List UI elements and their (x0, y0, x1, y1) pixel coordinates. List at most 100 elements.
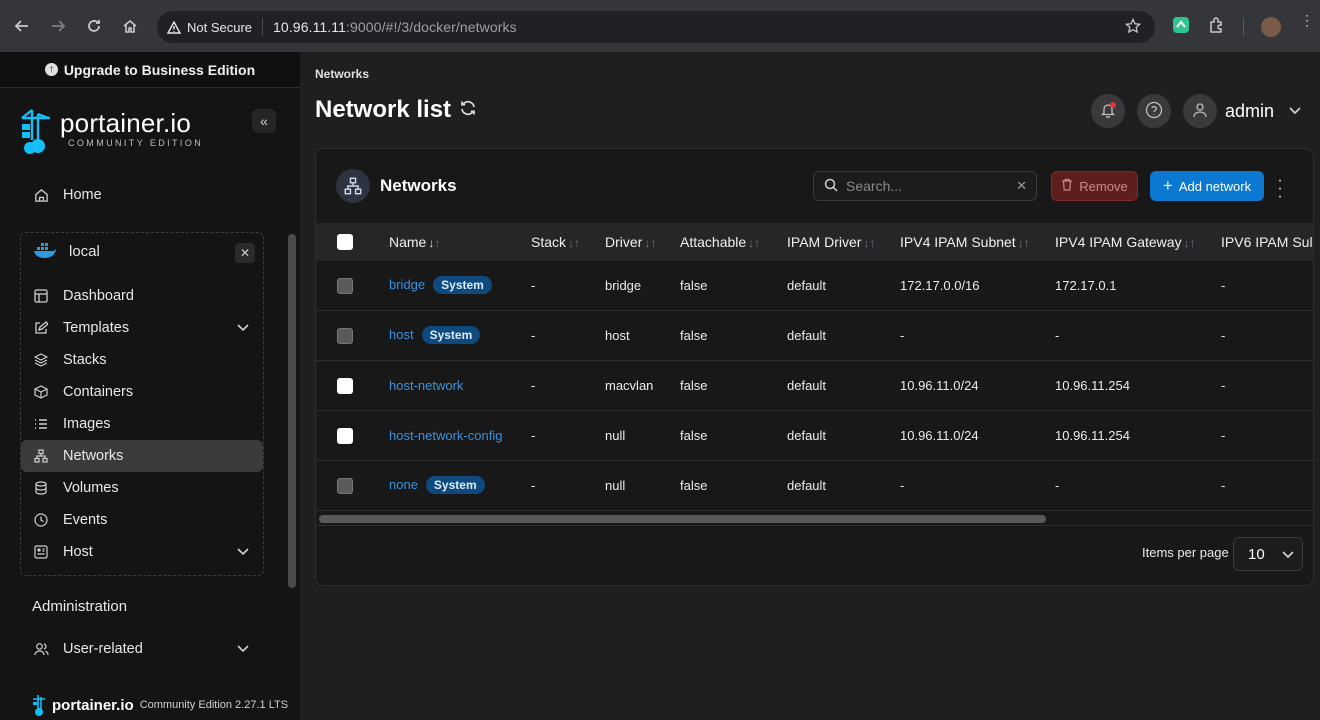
ipv4-subnet-cell: 172.17.0.0/16 (900, 278, 980, 293)
extensions-puzzle-icon[interactable] (1208, 16, 1226, 37)
reload-icon[interactable] (76, 8, 112, 44)
clear-search-icon[interactable]: ✕ (1016, 178, 1027, 194)
browser-menu-icon[interactable]: ⋮ (1300, 13, 1314, 27)
security-indicator[interactable]: Not Secure (167, 18, 264, 36)
breadcrumb[interactable]: Networks (315, 67, 369, 81)
edit-icon (33, 320, 49, 336)
sidebar-item-dashboard[interactable]: Dashboard (21, 280, 263, 312)
driver-cell: null (605, 428, 626, 443)
layers-icon (33, 352, 49, 368)
column-ipv4-gateway[interactable]: IPV4 IPAM Gateway ↓↑ (1055, 234, 1196, 250)
remove-button[interactable]: Remove (1051, 171, 1138, 201)
table-row: host-network - macvlan false default 10.… (316, 361, 1313, 411)
row-checkbox[interactable] (337, 428, 353, 444)
search-input[interactable] (846, 178, 1006, 194)
sidebar-item-user-related[interactable]: User-related (21, 633, 263, 665)
column-driver[interactable]: Driver ↓↑ (605, 234, 656, 250)
notifications-button[interactable] (1091, 94, 1125, 128)
attachable-cell: false (680, 278, 708, 293)
table-row: host-network-config - null false default… (316, 411, 1313, 461)
sidebar-item-label: Home (63, 187, 102, 203)
select-all-checkbox[interactable] (337, 234, 353, 250)
network-name-link[interactable]: host-network (389, 378, 463, 393)
row-checkbox[interactable] (337, 378, 353, 394)
table-footer-divider (316, 525, 1313, 526)
environment-name: local (69, 242, 100, 260)
home-icon[interactable] (112, 8, 148, 44)
ipam-driver-cell: default (787, 378, 827, 393)
column-attachable[interactable]: Attachable ↓↑ (680, 234, 760, 250)
driver-cell: host (605, 328, 630, 343)
browser-toolbar: Not Secure 10.96.11.11:9000/#!/3/docker/… (0, 0, 1320, 52)
user-avatar[interactable] (1183, 94, 1217, 128)
sidebar-item-images[interactable]: Images (21, 408, 263, 440)
environment-header[interactable]: local (33, 242, 100, 260)
bookmark-star-icon[interactable] (1124, 17, 1142, 37)
ipam-driver-cell: default (787, 278, 827, 293)
stack-cell: - (531, 478, 536, 493)
network-name-link[interactable]: none (389, 477, 418, 492)
profile-avatar[interactable] (1261, 17, 1281, 37)
column-stack[interactable]: Stack ↓↑ (531, 234, 580, 250)
ipv4-subnet-cell: 10.96.11.0/24 (900, 428, 979, 443)
items-per-page-select[interactable]: 10 (1233, 537, 1303, 571)
row-checkbox[interactable] (337, 278, 353, 294)
table-row: none System - null false default - - - (316, 461, 1313, 511)
column-ipv6-subnet[interactable]: IPV6 IPAM Sul (1221, 234, 1313, 250)
network-name-link[interactable]: host-network-config (389, 428, 502, 443)
double-chevron-left-icon: « (260, 113, 268, 129)
help-button[interactable] (1137, 94, 1171, 128)
network-name-link[interactable]: bridge (389, 277, 425, 292)
sidebar-item-label: Stacks (63, 352, 107, 368)
ipv4-gateway-cell: - (1055, 328, 1060, 343)
sidebar-item-volumes[interactable]: Volumes (21, 472, 263, 504)
page-title: Network list (315, 96, 477, 124)
address-bar[interactable]: Not Secure 10.96.11.11:9000/#!/3/docker/… (157, 11, 1155, 43)
sidebar-item-networks[interactable]: Networks (21, 440, 263, 472)
username[interactable]: admin (1225, 101, 1274, 122)
chevron-down-icon (237, 320, 249, 336)
footer-edition: Community Edition 2.27.1 LTS (139, 699, 289, 711)
column-ipam-driver[interactable]: IPAM Driver ↓↑ (787, 234, 875, 250)
sidebar-item-events[interactable]: Events (21, 504, 263, 536)
sidebar-item-home[interactable]: Home (21, 179, 263, 211)
plus-icon: + (1162, 176, 1173, 195)
sidebar-item-templates[interactable]: Templates (21, 312, 263, 344)
sidebar-item-label: Networks (63, 448, 124, 464)
collapse-sidebar-button[interactable]: « (252, 109, 276, 133)
portainer-crane-icon (33, 695, 45, 716)
ipv4-gateway-cell: - (1055, 478, 1060, 493)
column-name[interactable]: Name ↓↑ (389, 234, 440, 250)
ipv6-subnet-cell: - (1221, 478, 1226, 493)
environment-close-button[interactable]: ✕ (235, 243, 255, 263)
row-checkbox[interactable] (337, 328, 353, 344)
table-horizontal-scrollbar[interactable] (319, 515, 1046, 523)
notification-dot (1110, 102, 1116, 108)
sidebar-scrollbar[interactable] (288, 234, 296, 588)
box-icon (33, 384, 49, 400)
forward-icon[interactable] (40, 8, 76, 44)
portainer-logo[interactable]: portainer.io COMMUNITY EDITION (18, 108, 203, 156)
card-title: Networks (336, 169, 457, 203)
back-icon[interactable] (4, 8, 40, 44)
system-badge: System (421, 326, 481, 344)
add-network-button[interactable]: + Add network (1150, 171, 1264, 201)
row-checkbox[interactable] (337, 478, 353, 494)
network-name-cell: host System (389, 326, 481, 344)
driver-cell: bridge (605, 278, 642, 293)
networks-card: Networks ✕ Remove + Add network ··· Name… (315, 148, 1314, 586)
chevron-down-icon[interactable] (1289, 102, 1301, 121)
table-settings-menu-icon[interactable]: · · · (1274, 173, 1286, 205)
sidebar-item-host[interactable]: Host (21, 536, 263, 568)
refresh-icon[interactable] (459, 96, 477, 124)
sidebar-item-containers[interactable]: Containers (21, 376, 263, 408)
sidebar-item-stacks[interactable]: Stacks (21, 344, 263, 376)
extension-icon[interactable] (1172, 16, 1190, 37)
sidebar-footer: portainer.io Community Edition 2.27.1 LT… (32, 694, 288, 716)
ipv4-gateway-cell: 172.17.0.1 (1055, 278, 1117, 293)
ipv6-subnet-cell: - (1221, 278, 1226, 293)
upgrade-banner[interactable]: ↑ Upgrade to Business Edition (0, 52, 300, 88)
column-ipv4-subnet[interactable]: IPV4 IPAM Subnet ↓↑ (900, 234, 1030, 250)
table-header: Name ↓↑ Stack ↓↑ Driver ↓↑ Attachable ↓↑ IPA… (316, 223, 1313, 261)
network-name-link[interactable]: host (389, 327, 414, 342)
